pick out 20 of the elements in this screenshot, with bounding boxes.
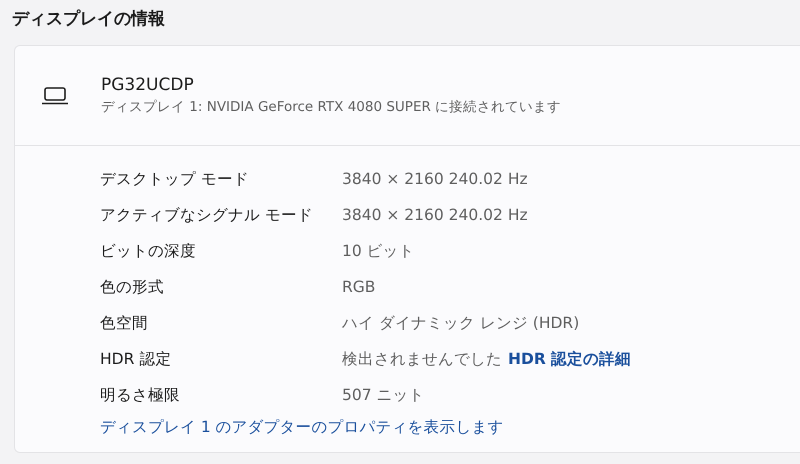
property-label: 色空間 bbox=[100, 312, 149, 334]
property-label: ビットの深度 bbox=[100, 240, 197, 262]
property-value: ハイ ダイナミック レンジ (HDR) bbox=[342, 312, 580, 334]
property-value: 507 ニット bbox=[342, 384, 425, 406]
property-label: アクティブなシグナル モード bbox=[100, 204, 314, 226]
property-label: デスクトップ モード bbox=[100, 168, 250, 190]
property-value: RGB bbox=[342, 278, 376, 296]
property-label: 明るさ極限 bbox=[100, 384, 181, 406]
property-value: 検出されませんでした bbox=[342, 348, 502, 370]
property-value: 3840 × 2160 240.02 Hz bbox=[342, 206, 528, 224]
section-title: ディスプレイの情報 bbox=[12, 8, 166, 31]
display-name: PG32UCDP bbox=[101, 75, 195, 95]
adapter-properties-link[interactable]: ディスプレイ 1 のアダプターのプロパティを表示します bbox=[100, 417, 504, 438]
display-subtitle: ディスプレイ 1: NVIDIA GeForce RTX 4080 SUPER に接続されています bbox=[101, 98, 562, 116]
property-value: 10 ビット bbox=[342, 240, 415, 262]
hdr-details-link[interactable]: HDR 認定の詳細 bbox=[508, 348, 632, 370]
property-label: 色の形式 bbox=[100, 276, 165, 298]
property-label: HDR 認定 bbox=[100, 348, 172, 370]
property-value: 3840 × 2160 240.02 Hz bbox=[342, 170, 528, 188]
laptop-icon bbox=[42, 86, 68, 104]
